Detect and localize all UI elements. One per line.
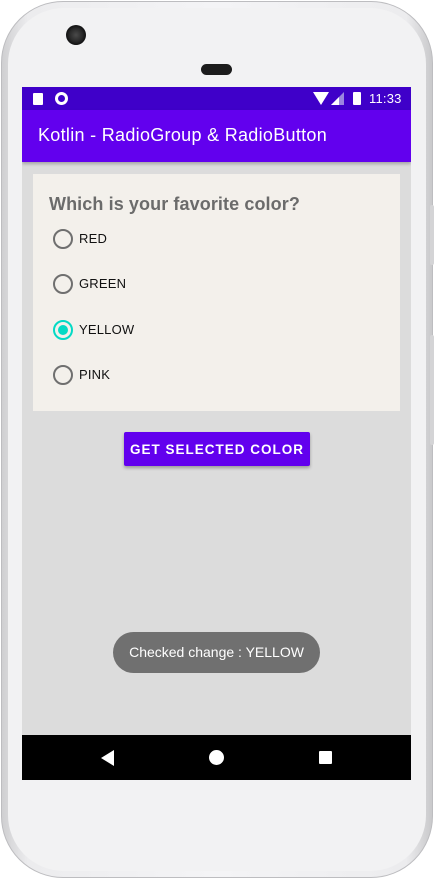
radio-button-checked-icon[interactable] <box>53 320 73 340</box>
radio-option-green[interactable]: GREEN <box>53 272 253 296</box>
radio-option-pink[interactable]: PINK <box>53 363 253 387</box>
radio-label: RED <box>79 231 108 246</box>
app-title: Kotlin - RadioGroup & RadioButton <box>38 125 328 145</box>
radio-option-yellow[interactable]: YELLOW <box>53 318 253 342</box>
status-bar: 11:33 <box>22 87 411 110</box>
radio-label: GREEN <box>79 276 127 291</box>
sd-card-icon <box>33 93 43 105</box>
question-label: Which is your favorite color? <box>49 194 300 214</box>
battery-icon <box>353 92 361 105</box>
radio-group-card: Which is your favorite color? RED GREEN … <box>33 174 400 411</box>
status-time: 11:33 <box>369 91 402 106</box>
speaker-grille <box>201 64 232 75</box>
power-button <box>430 205 434 265</box>
signal-level-icon <box>331 97 339 105</box>
navigation-bar <box>22 735 411 780</box>
radio-label: YELLOW <box>79 322 135 337</box>
toast-message: Checked change : YELLOW <box>113 632 320 673</box>
wifi-icon <box>313 92 329 105</box>
back-icon[interactable] <box>101 750 114 766</box>
front-camera-icon <box>66 25 86 45</box>
recents-icon[interactable] <box>319 751 332 764</box>
radio-button-icon[interactable] <box>53 365 73 385</box>
app-bar: Kotlin - RadioGroup & RadioButton <box>22 110 411 162</box>
volume-button <box>430 335 434 445</box>
screen: 11:33 Kotlin - RadioGroup & RadioButton … <box>22 87 411 780</box>
record-icon <box>55 92 68 105</box>
radio-button-icon[interactable] <box>53 274 73 294</box>
radio-option-red[interactable]: RED <box>53 227 253 251</box>
home-icon[interactable] <box>209 750 224 765</box>
get-selected-color-button[interactable]: GET SELECTED COLOR <box>124 432 310 466</box>
radio-button-icon[interactable] <box>53 229 73 249</box>
radio-label: PINK <box>79 367 111 382</box>
